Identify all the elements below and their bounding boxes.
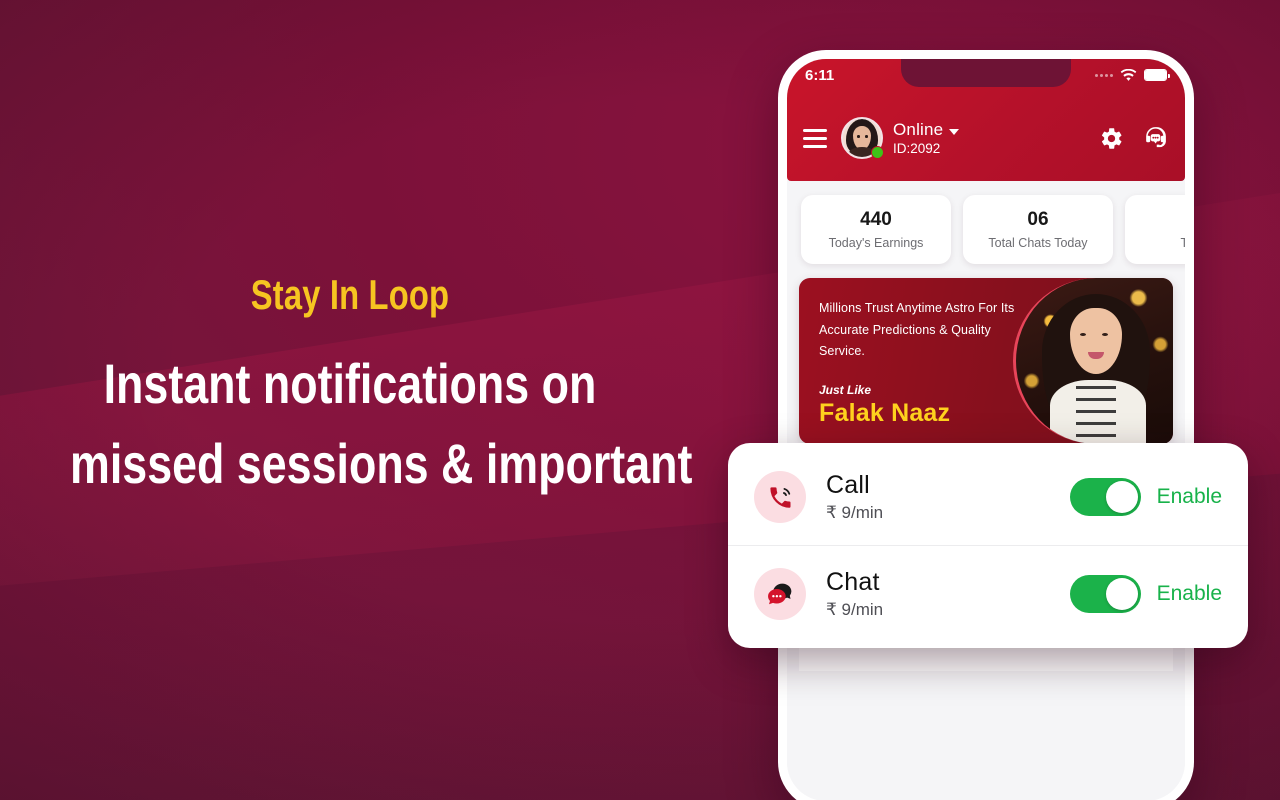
promo-banner[interactable]: Millions Trust Anytime Astro For Its Acc… <box>799 278 1173 444</box>
headset-support-icon[interactable] <box>1142 125 1169 152</box>
overlay-row-call[interactable]: Call ₹ 9/min Enable <box>728 449 1248 545</box>
call-icon <box>754 471 806 523</box>
stat-value: 440 <box>860 209 892 230</box>
banner-celebrity-name: Falak Naaz <box>819 398 951 427</box>
promo-eyebrow: Stay In Loop <box>250 271 450 318</box>
avatar[interactable] <box>841 117 884 159</box>
banner-just-like-label: Just Like <box>819 382 872 397</box>
gear-icon[interactable] <box>1099 126 1124 151</box>
promo-copy: Stay In Loop Instant notifications on mi… <box>0 271 700 503</box>
stat-value: 06 <box>1027 209 1049 230</box>
chevron-down-icon[interactable] <box>949 128 960 135</box>
app-bar-actions <box>1099 125 1169 152</box>
stat-value: 0 <box>1131 209 1185 231</box>
overlay-toggle-label: Enable <box>1156 485 1222 508</box>
stat-label: Today's Earnings <box>828 236 924 250</box>
overlay-service-meta: Chat ₹ 9/min <box>826 568 883 620</box>
stat-label: Total Chats Today <box>988 236 1088 250</box>
banner-line-1: Millions Trust Anytime Astro For Its <box>819 301 1015 315</box>
overlay-service-rate: ₹ 9/min <box>826 600 884 619</box>
user-id-label: ID:2092 <box>893 141 941 156</box>
overlay-service-name: Chat <box>826 568 880 596</box>
overlay-toggle-label: Enable <box>1156 582 1222 605</box>
wifi-icon <box>1120 68 1137 81</box>
signal-dots-icon <box>1095 73 1113 77</box>
stat-card[interactable]: 06 Total Chats Today <box>963 195 1113 264</box>
battery-icon <box>1144 69 1170 81</box>
app-bar: 6:11 Online ID:2092 <box>787 59 1185 181</box>
online-status-dot <box>871 146 884 159</box>
stat-label: Total C <box>1131 236 1185 250</box>
online-status-label: Online <box>893 120 944 139</box>
overlay-service-toggle[interactable] <box>1069 575 1141 613</box>
app-bar-row: Online ID:2092 <box>787 95 1185 181</box>
overlay-service-toggle[interactable] <box>1069 478 1141 516</box>
stat-card[interactable]: 440 Today's Earnings <box>801 195 951 264</box>
promo-headline: Instant notifications on missed sessions… <box>70 344 693 503</box>
status-bar-time: 6:11 <box>805 66 835 84</box>
user-status-block[interactable]: Online ID:2092 <box>893 120 960 156</box>
overlay-service-meta: Call ₹ 9/min <box>826 471 883 523</box>
user-status-row: Online <box>893 120 960 140</box>
status-bar-indicators <box>1095 68 1170 82</box>
stat-card[interactable]: 0 Total C <box>1125 195 1185 264</box>
banner-line-3: Service. <box>819 344 865 358</box>
phone-screen: 6:11 Online ID:2092 440 Today's Earnings… <box>787 59 1185 800</box>
banner-celebrity-photo <box>1013 278 1173 444</box>
hamburger-menu-icon[interactable] <box>803 128 827 148</box>
overlay-toggle-group: Enable <box>1069 478 1222 516</box>
phone-mockup: 6:11 Online ID:2092 440 Today's Earnings… <box>778 50 1194 800</box>
stats-strip[interactable]: 440 Today's Earnings 06 Total Chats Toda… <box>787 181 1185 276</box>
banner-text-block: Millions Trust Anytime Astro For Its Acc… <box>819 298 1039 428</box>
overlay-service-name: Call <box>826 471 870 499</box>
services-overlay-card: Call ₹ 9/min Enable Chat ₹ 9/min Enable <box>728 443 1248 648</box>
chat-icon <box>754 568 806 620</box>
banner-line-2: Accurate Predictions & Quality <box>819 322 991 337</box>
overlay-row-chat[interactable]: Chat ₹ 9/min Enable <box>728 545 1248 642</box>
overlay-toggle-group: Enable <box>1069 575 1222 613</box>
promo-headline-line-2: missed sessions & important <box>70 431 693 495</box>
overlay-service-rate: ₹ 9/min <box>826 503 884 522</box>
promo-headline-line-1: Instant notifications on <box>103 352 597 416</box>
status-bar: 6:11 <box>787 59 1185 91</box>
